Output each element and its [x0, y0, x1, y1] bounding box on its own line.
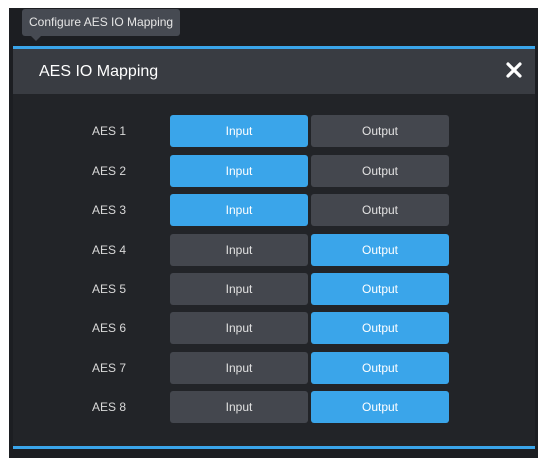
aes-label: AES 8 — [91, 400, 127, 414]
aes-label: AES 2 — [91, 164, 127, 178]
dialog-header: AES IO Mapping — [13, 49, 535, 94]
aes-7-output-button[interactable]: Output — [311, 352, 449, 384]
aes-label: AES 6 — [91, 321, 127, 335]
aes-row-4: AES 4 Input Output — [13, 234, 535, 266]
aes-5-input-button[interactable]: Input — [170, 273, 308, 305]
aes-row-7: AES 7 Input Output — [13, 352, 535, 384]
tooltip-arrow — [31, 36, 41, 41]
aes-1-input-button[interactable]: Input — [170, 115, 308, 147]
aes-7-input-button[interactable]: Input — [170, 352, 308, 384]
close-button[interactable] — [504, 60, 524, 80]
aes-label: AES 5 — [91, 282, 127, 296]
aes-row-5: AES 5 Input Output — [13, 273, 535, 305]
aes-6-output-button[interactable]: Output — [311, 312, 449, 344]
dialog-title: AES IO Mapping — [39, 63, 159, 80]
dialog-bottom-accent — [13, 446, 535, 449]
aes-label: AES 7 — [91, 361, 127, 375]
aes-label: AES 1 — [91, 124, 127, 138]
aes-8-output-button[interactable]: Output — [311, 391, 449, 423]
aes-row-3: AES 3 Input Output — [13, 194, 535, 226]
aes-4-output-button[interactable]: Output — [311, 234, 449, 266]
configure-tooltip: Configure AES IO Mapping — [22, 9, 181, 36]
aes-4-input-button[interactable]: Input — [170, 234, 308, 266]
dialog-body: AES 1 Input Output AES 2 Input Output AE… — [13, 94, 535, 446]
aes-8-input-button[interactable]: Input — [170, 391, 308, 423]
aes-6-input-button[interactable]: Input — [170, 312, 308, 344]
aes-row-1: AES 1 Input Output — [13, 115, 535, 147]
aes-3-output-button[interactable]: Output — [311, 194, 449, 226]
aes-2-output-button[interactable]: Output — [311, 155, 449, 187]
aes-1-output-button[interactable]: Output — [311, 115, 449, 147]
aes-3-input-button[interactable]: Input — [170, 194, 308, 226]
aes-row-8: AES 8 Input Output — [13, 391, 535, 423]
aes-2-input-button[interactable]: Input — [170, 155, 308, 187]
aes-row-2: AES 2 Input Output — [13, 155, 535, 187]
aes-label: AES 3 — [91, 203, 127, 217]
aes-label: AES 4 — [91, 243, 127, 257]
aes-row-6: AES 6 Input Output — [13, 312, 535, 344]
close-icon — [506, 62, 522, 78]
aes-5-output-button[interactable]: Output — [311, 273, 449, 305]
